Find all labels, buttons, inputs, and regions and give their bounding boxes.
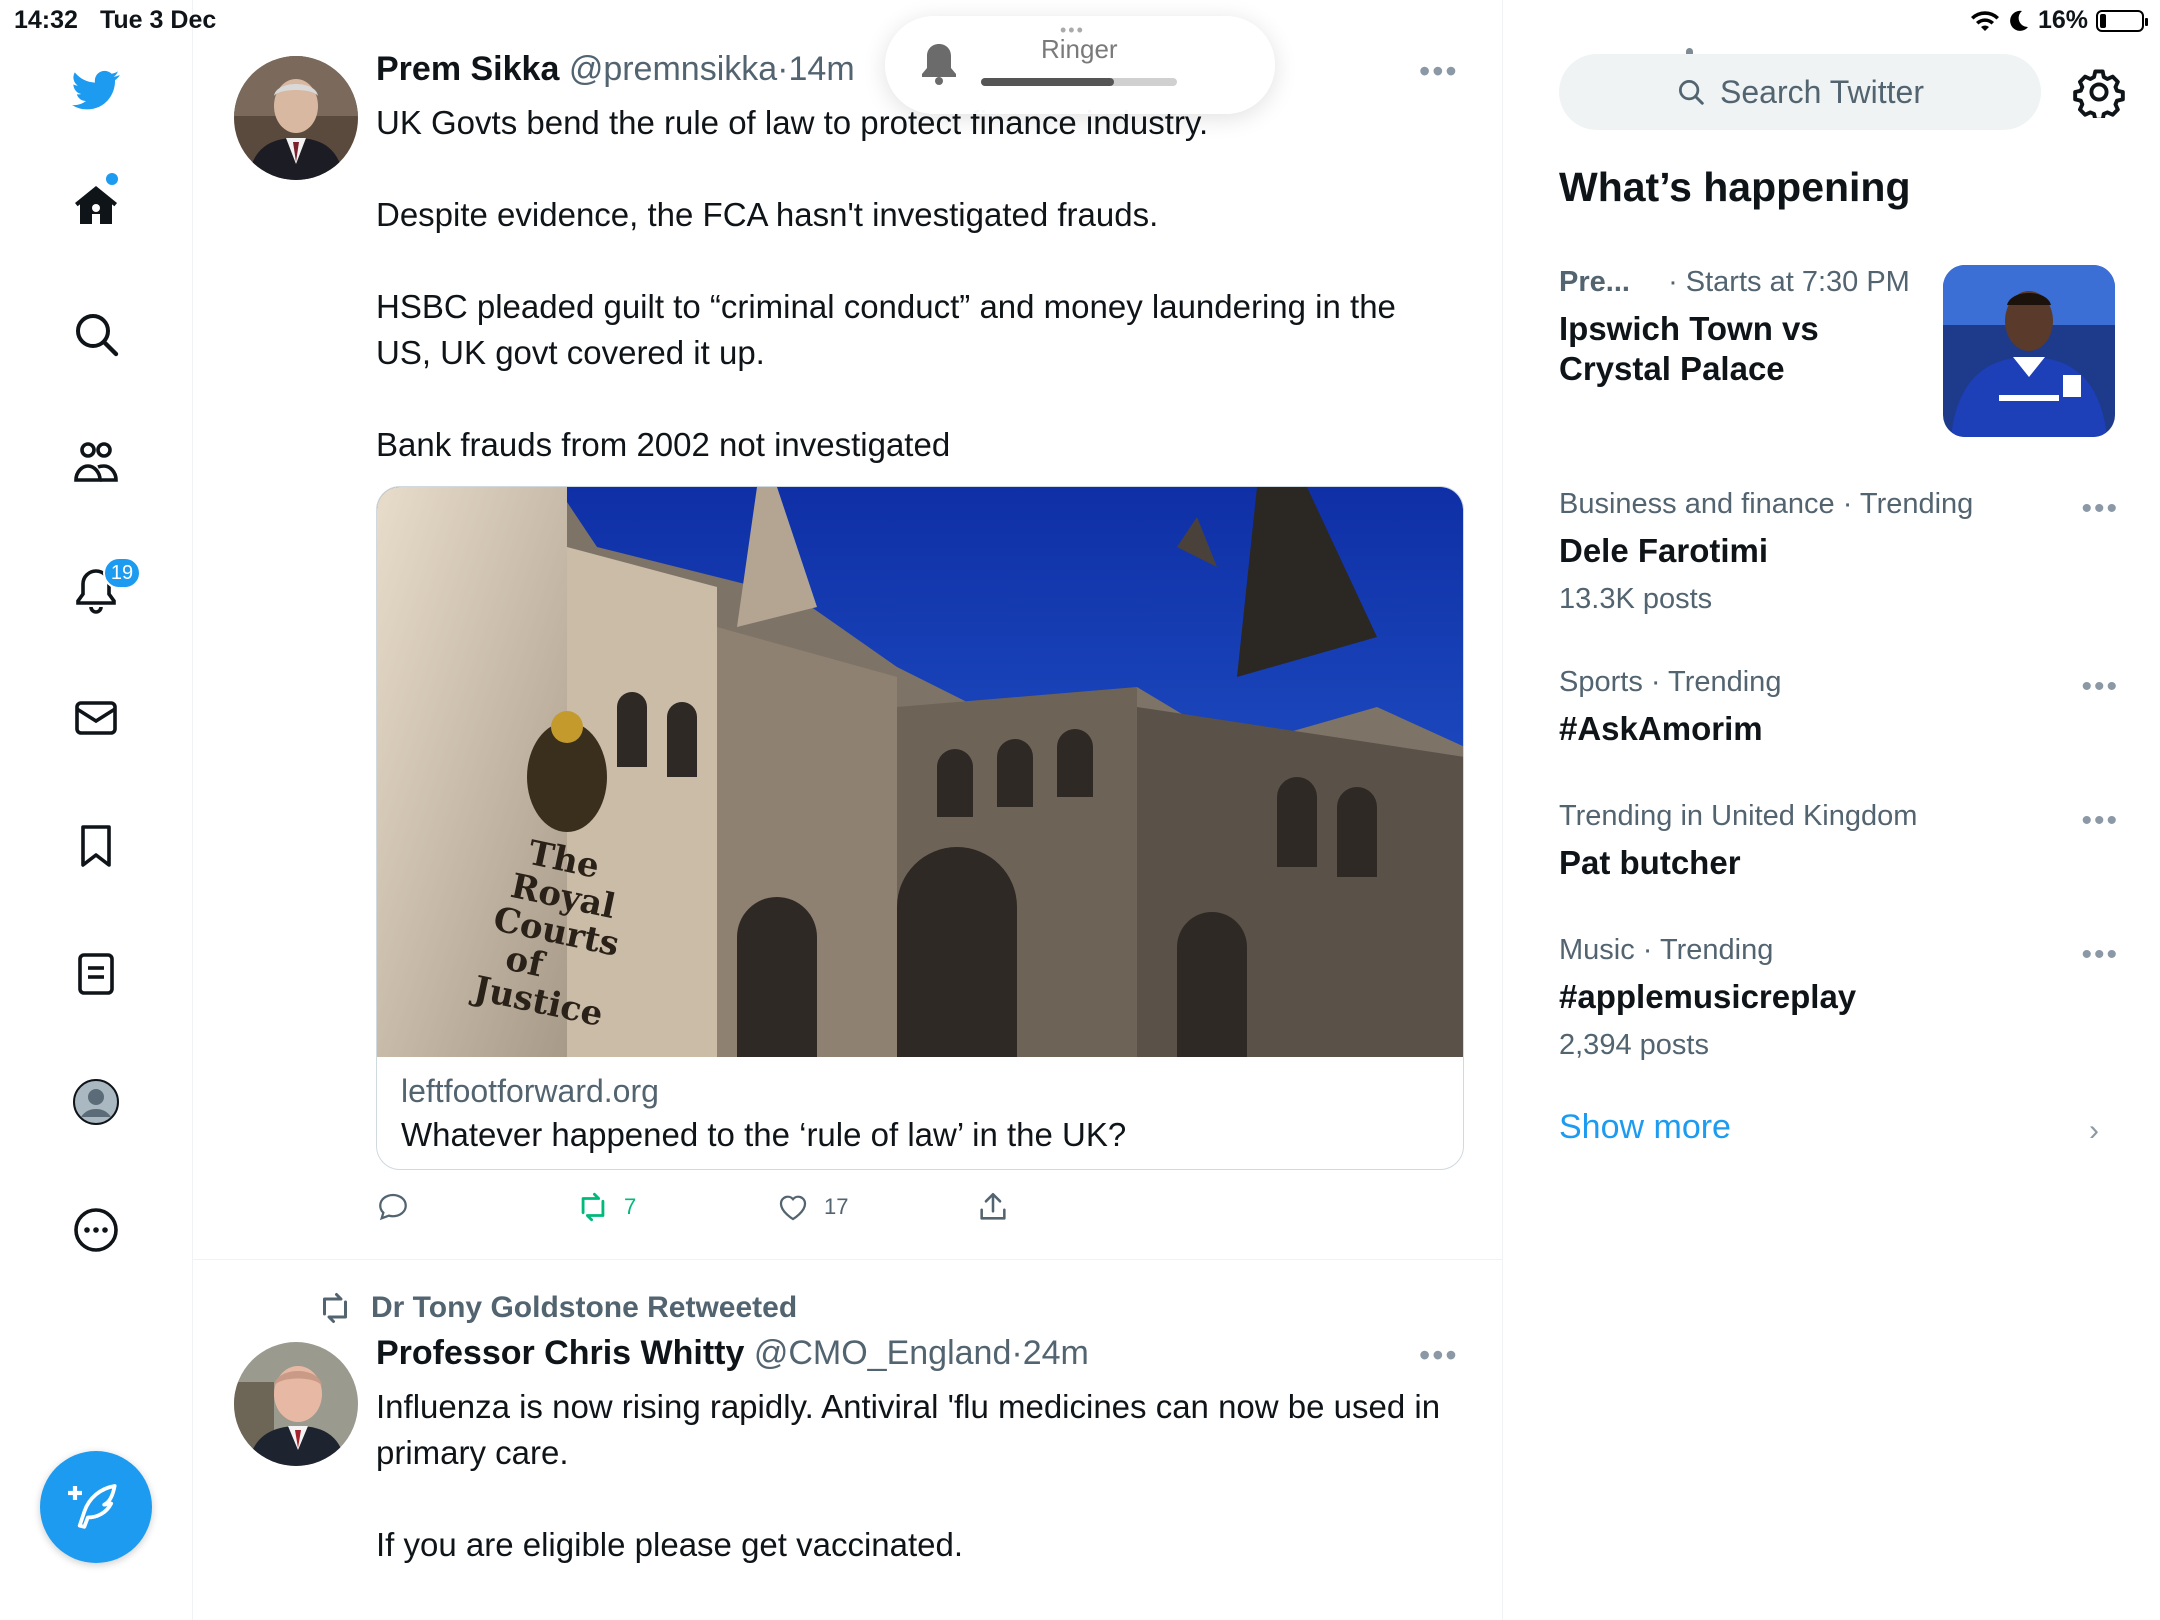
- search-input[interactable]: Search Twitter: [1559, 54, 2041, 130]
- retweet-button[interactable]: 7: [576, 1190, 636, 1224]
- right-sidebar: Search Twitter What’s happening Pre... ·…: [1503, 0, 2160, 1620]
- trend-meta: Business and finance · Trending: [1559, 488, 1974, 520]
- share-icon: [980, 1192, 1006, 1220]
- avatar[interactable]: [234, 56, 358, 180]
- tweet-header: Prem Sikka @premnsikka·14m: [376, 50, 855, 89]
- battery-icon: [2096, 9, 2148, 32]
- trend-item[interactable]: Sports · Trending #AskAmorim •••: [1559, 666, 2119, 749]
- bell-icon: [922, 44, 956, 85]
- settings-gear-icon[interactable]: [2073, 66, 2125, 118]
- link-card[interactable]: The Royal Courts of Justice leftfootforw…: [376, 486, 1464, 1170]
- trend-meta: Trending in United Kingdom: [1559, 800, 1918, 832]
- home-unread-dot: [106, 173, 118, 185]
- share-button[interactable]: [976, 1190, 1010, 1224]
- trend-meta: Sports · Trending: [1559, 666, 1782, 698]
- tweet-text: UK Govts bend the rule of law to protect…: [376, 100, 1456, 468]
- author-handle[interactable]: @CMO_England: [754, 1334, 1012, 1372]
- compose-tweet-button[interactable]: [40, 1451, 152, 1563]
- ringer-volume-level: [981, 78, 1115, 86]
- like-button[interactable]: 17: [776, 1190, 848, 1224]
- timeline: Prem Sikka @premnsikka·14m ••• UK Govts …: [193, 0, 1693, 1620]
- like-count: 17: [824, 1194, 849, 1219]
- trend-title: #AskAmorim: [1559, 710, 1763, 747]
- profile-avatar-icon[interactable]: [68, 1074, 124, 1130]
- tweet-actions: 7 17: [376, 1190, 1276, 1230]
- ringer-hud: ••• Ringer: [885, 16, 1275, 114]
- event-title: Ipswich Town vs Crystal Palace: [1559, 310, 1819, 387]
- tweet-more-icon[interactable]: •••: [1419, 55, 1459, 87]
- retweeted-by[interactable]: Dr Tony Goldstone Retweeted: [317, 1290, 797, 1326]
- event-image[interactable]: [1943, 265, 2115, 437]
- reply-button[interactable]: [376, 1190, 410, 1224]
- trend-count: 2,394 posts: [1559, 1029, 1709, 1061]
- trend-meta: Music · Trending: [1559, 934, 1774, 966]
- trend-more-icon[interactable]: •••: [2081, 494, 2119, 524]
- retweet-count: 7: [624, 1194, 637, 1219]
- status-date: Tue 3 Dec: [100, 6, 217, 34]
- retweet-small-icon: [323, 1293, 347, 1323]
- trend-item[interactable]: Music · Trending #applemusicreplay 2,394…: [1559, 934, 2119, 1062]
- author-name[interactable]: Prem Sikka: [376, 50, 559, 88]
- section-title: What’s happening: [1559, 164, 1911, 210]
- trend-title: Dele Farotimi: [1559, 532, 1769, 569]
- notifications-badge: 19: [103, 557, 141, 589]
- search-icon[interactable]: [68, 306, 124, 362]
- tweet-time[interactable]: 14m: [789, 50, 855, 88]
- more-options-icon[interactable]: [68, 1202, 124, 1258]
- heart-icon: [779, 1195, 807, 1221]
- retweeted-by-label: Dr Tony Goldstone Retweeted: [371, 1291, 798, 1324]
- moon-icon: [2010, 10, 2028, 31]
- messages-icon[interactable]: [68, 690, 124, 746]
- trend-more-icon[interactable]: •••: [2081, 806, 2119, 836]
- ringer-label: Ringer: [1041, 34, 1118, 64]
- tweet-paragraph: HSBC pleaded guilt to “criminal conduct”…: [376, 288, 1396, 371]
- chevron-right-icon: ›: [2089, 1114, 2099, 1147]
- lists-icon[interactable]: [68, 946, 124, 1002]
- trend-item[interactable]: Trending in United Kingdom Pat butcher •…: [1559, 800, 2119, 883]
- battery-level: [2100, 13, 2107, 28]
- author-name[interactable]: Professor Chris Whitty: [376, 1334, 744, 1372]
- event-category: Pre...: [1559, 266, 1630, 298]
- author-handle[interactable]: @premnsikka: [569, 50, 777, 88]
- tweet-time[interactable]: 24m: [1023, 1334, 1089, 1372]
- trend-count: 13.3K posts: [1559, 583, 1713, 615]
- feather-plus-icon: [68, 1484, 117, 1529]
- trend-item[interactable]: Business and finance · Trending Dele Far…: [1559, 488, 2119, 616]
- trend-title: #applemusicreplay: [1559, 978, 1857, 1015]
- wifi-icon: [1970, 10, 1999, 31]
- search-placeholder: Search Twitter: [1720, 73, 1924, 110]
- ringer-volume-bar: [981, 78, 1177, 86]
- tweet-paragraph: Influenza is now rising rapidly. Antivir…: [376, 1388, 1441, 1471]
- home-icon[interactable]: [68, 178, 124, 234]
- tweet-header: Professor Chris Whitty @CMO_England·24m: [376, 1334, 1089, 1373]
- tweet-paragraph: If you are eligible please get vaccinate…: [376, 1526, 964, 1563]
- reply-icon: [379, 1193, 407, 1221]
- trend-more-icon[interactable]: •••: [2081, 940, 2119, 970]
- battery-percent: 16%: [2037, 6, 2088, 34]
- communities-icon[interactable]: [68, 434, 124, 490]
- tweet-paragraph: Bank frauds from 2002 not investigated: [376, 426, 951, 463]
- separator-dot: ·: [1011, 1334, 1023, 1372]
- event-time: · Starts at 7:30 PM: [1668, 266, 1910, 298]
- retweet-icon: [581, 1192, 605, 1222]
- tweet-more-icon[interactable]: •••: [1419, 1339, 1459, 1371]
- trend-more-icon[interactable]: •••: [2081, 672, 2119, 702]
- card-title: Whatever happened to the ‘rule of law’ i…: [401, 1116, 1127, 1153]
- separator-dot: ·: [777, 50, 789, 88]
- tweet-text: Influenza is now rising rapidly. Antivir…: [376, 1384, 1456, 1568]
- status-time: 14:32: [14, 6, 78, 34]
- avatar[interactable]: [234, 1342, 358, 1466]
- trend-title: Pat butcher: [1559, 844, 1741, 881]
- tweet-divider: [193, 1259, 1503, 1260]
- card-image[interactable]: The Royal Courts of Justice: [377, 487, 1464, 1057]
- status-right: 16%: [1970, 6, 2148, 35]
- show-more-link[interactable]: Show more: [1559, 1108, 1731, 1147]
- search-icon: [1679, 80, 1704, 105]
- left-navigation: 19: [0, 0, 193, 1620]
- tweet-paragraph: Despite evidence, the FCA hasn't investi…: [376, 196, 1159, 233]
- bookmarks-icon[interactable]: [68, 818, 124, 874]
- card-meta: leftfootforward.org Whatever happened to…: [401, 1073, 1126, 1154]
- twitter-logo-icon[interactable]: [68, 62, 124, 118]
- card-domain: leftfootforward.org: [401, 1073, 659, 1109]
